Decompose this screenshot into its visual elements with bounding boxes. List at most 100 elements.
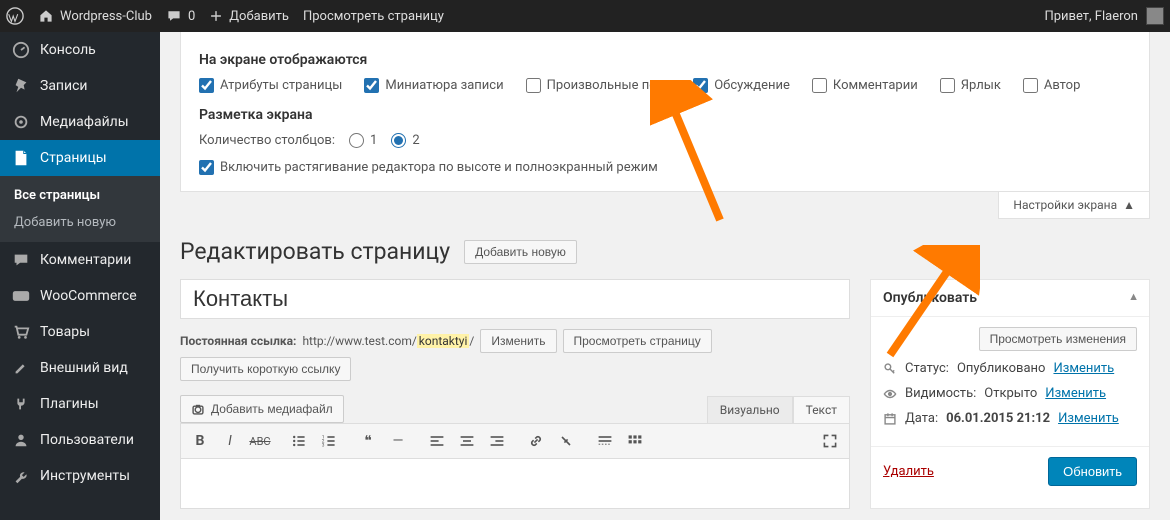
comments-count: 0 <box>188 9 195 24</box>
number-list-button[interactable]: 123 <box>316 428 342 454</box>
strike-button[interactable]: ABC <box>247 428 273 454</box>
menu-users[interactable]: Пользователи <box>0 422 160 458</box>
check-page-attributes[interactable]: Атрибуты страницы <box>199 78 342 93</box>
date-label: Дата: <box>905 411 938 426</box>
publish-visibility-row: Видимость: Открыто Изменить <box>883 386 1137 401</box>
menu-appearance[interactable]: Внешний вид <box>0 350 160 386</box>
toolbar-toggle-button[interactable] <box>622 428 648 454</box>
check-stretch-editor[interactable]: Включить растягивание редактора по высот… <box>199 160 1131 175</box>
site-home-link[interactable]: Wordpress-Club <box>38 8 152 24</box>
key-icon <box>883 362 897 376</box>
menu-comments[interactable]: Комментарии <box>0 242 160 278</box>
page-heading: Редактировать страницу Добавить новую <box>180 238 1150 265</box>
visibility-value: Открыто <box>984 386 1037 401</box>
menu-woocommerce[interactable]: WooCommerce <box>0 278 160 314</box>
bullet-list-button[interactable] <box>286 428 312 454</box>
menu-media[interactable]: Медиафайлы <box>0 104 160 140</box>
check-author[interactable]: Автор <box>1023 78 1081 93</box>
comment-icon <box>12 251 30 269</box>
tab-text[interactable]: Текст <box>793 396 850 423</box>
menu-plugins[interactable]: Плагины <box>0 386 160 422</box>
menu-pages[interactable]: Страницы <box>0 140 160 176</box>
menu-label: Внешний вид <box>40 360 128 376</box>
fullscreen-button[interactable] <box>817 428 843 454</box>
screen-layout-heading: Разметка экрана <box>199 107 1131 123</box>
calendar-icon <box>883 412 897 426</box>
menu-label: Пользователи <box>40 432 134 448</box>
add-new-label: Добавить <box>229 9 289 24</box>
wrench-icon <box>12 467 30 485</box>
menu-label: Плагины <box>40 396 99 412</box>
permalink-edit-button[interactable]: Изменить <box>480 329 556 353</box>
wordpress-icon <box>6 7 24 25</box>
screen-columns: Количество столбцов: 1 2 <box>199 133 1131 148</box>
comments-link[interactable]: 0 <box>166 8 195 24</box>
menu-label: Медиафайлы <box>40 114 129 130</box>
menu-dashboard[interactable]: Консоль <box>0 32 160 68</box>
greeting[interactable]: Привет, Flaeron <box>1044 7 1164 25</box>
check-discussion[interactable]: Обсуждение <box>693 78 790 93</box>
menu-products[interactable]: Товары <box>0 314 160 350</box>
page-title: Редактировать страницу <box>180 238 450 265</box>
greeting-text: Привет, Flaeron <box>1044 9 1138 24</box>
check-featured-image[interactable]: Миниатюра записи <box>364 78 503 93</box>
view-page-label: Просмотреть страницу <box>303 9 444 24</box>
more-button[interactable] <box>592 428 618 454</box>
hr-button[interactable]: — <box>385 428 411 454</box>
publish-footer: Удалить Обновить <box>871 446 1149 496</box>
status-edit-link[interactable]: Изменить <box>1053 361 1114 376</box>
menu-label: Консоль <box>40 42 96 58</box>
preview-changes-button[interactable]: Просмотреть изменения <box>979 327 1137 351</box>
menu-tools[interactable]: Инструменты <box>0 458 160 494</box>
chevron-up-icon: ▲ <box>1123 198 1135 212</box>
align-right-button[interactable] <box>484 428 510 454</box>
columns-1[interactable]: 1 <box>349 133 377 148</box>
status-value: Опубликовано <box>957 361 1046 376</box>
menu-label: Комментарии <box>40 252 131 268</box>
publish-box: Опубликовать ▲ Просмотреть изменения Ста… <box>870 279 1150 509</box>
post-title-input[interactable] <box>180 279 850 319</box>
columns-2[interactable]: 2 <box>391 133 419 148</box>
add-media-button[interactable]: Добавить медиафайл <box>180 395 344 423</box>
check-comments[interactable]: Комментарии <box>812 78 918 93</box>
visibility-edit-link[interactable]: Изменить <box>1045 386 1106 401</box>
chevron-up-icon[interactable]: ▲ <box>1128 290 1139 303</box>
editor-content-area[interactable] <box>180 459 850 509</box>
blockquote-button[interactable]: ❝ <box>355 428 381 454</box>
date-edit-link[interactable]: Изменить <box>1058 411 1119 426</box>
tab-visual[interactable]: Визуально <box>707 396 793 423</box>
gauge-icon <box>12 41 30 59</box>
wp-logo[interactable] <box>6 7 24 25</box>
permalink-view-button[interactable]: Просмотреть страницу <box>563 329 712 353</box>
italic-button[interactable]: I <box>217 428 243 454</box>
menu-label: Записи <box>40 78 88 94</box>
date-value: 06.01.2015 21:12 <box>946 411 1050 426</box>
delete-link[interactable]: Удалить <box>883 464 934 479</box>
unlink-button[interactable] <box>553 428 579 454</box>
align-left-button[interactable] <box>424 428 450 454</box>
bold-button[interactable]: B <box>187 428 213 454</box>
check-slug[interactable]: Ярлык <box>940 78 1001 93</box>
media-button-row: Добавить медиафайл Визуально Текст <box>180 395 850 423</box>
publish-date-row: Дата: 06.01.2015 21:12 Изменить <box>883 411 1137 426</box>
check-custom-fields[interactable]: Произвольные поля <box>526 78 672 93</box>
update-button[interactable]: Обновить <box>1048 457 1137 486</box>
permalink-url: http://www.test.com/ <box>302 334 416 348</box>
page-icon <box>12 149 30 167</box>
add-new-page-button[interactable]: Добавить новую <box>464 240 577 264</box>
brush-icon <box>12 359 30 377</box>
link-button[interactable] <box>523 428 549 454</box>
shortlink-button[interactable]: Получить короткую ссылку <box>180 357 351 381</box>
columns-label: Количество столбцов: <box>199 133 335 148</box>
add-new-link[interactable]: Добавить <box>209 9 289 24</box>
sub-add-page[interactable]: Добавить новую <box>0 209 160 236</box>
screen-options-toggle[interactable]: Настройки экрана ▲ <box>998 192 1150 219</box>
content-area: На экране отображаются Атрибуты страницы… <box>160 32 1170 520</box>
sub-all-pages[interactable]: Все страницы <box>0 182 160 209</box>
align-center-button[interactable] <box>454 428 480 454</box>
view-page-link[interactable]: Просмотреть страницу <box>303 9 444 24</box>
screen-options-toggle-label: Настройки экрана <box>1013 198 1117 212</box>
menu-posts[interactable]: Записи <box>0 68 160 104</box>
visibility-label: Видимость: <box>905 386 976 401</box>
user-icon <box>12 431 30 449</box>
